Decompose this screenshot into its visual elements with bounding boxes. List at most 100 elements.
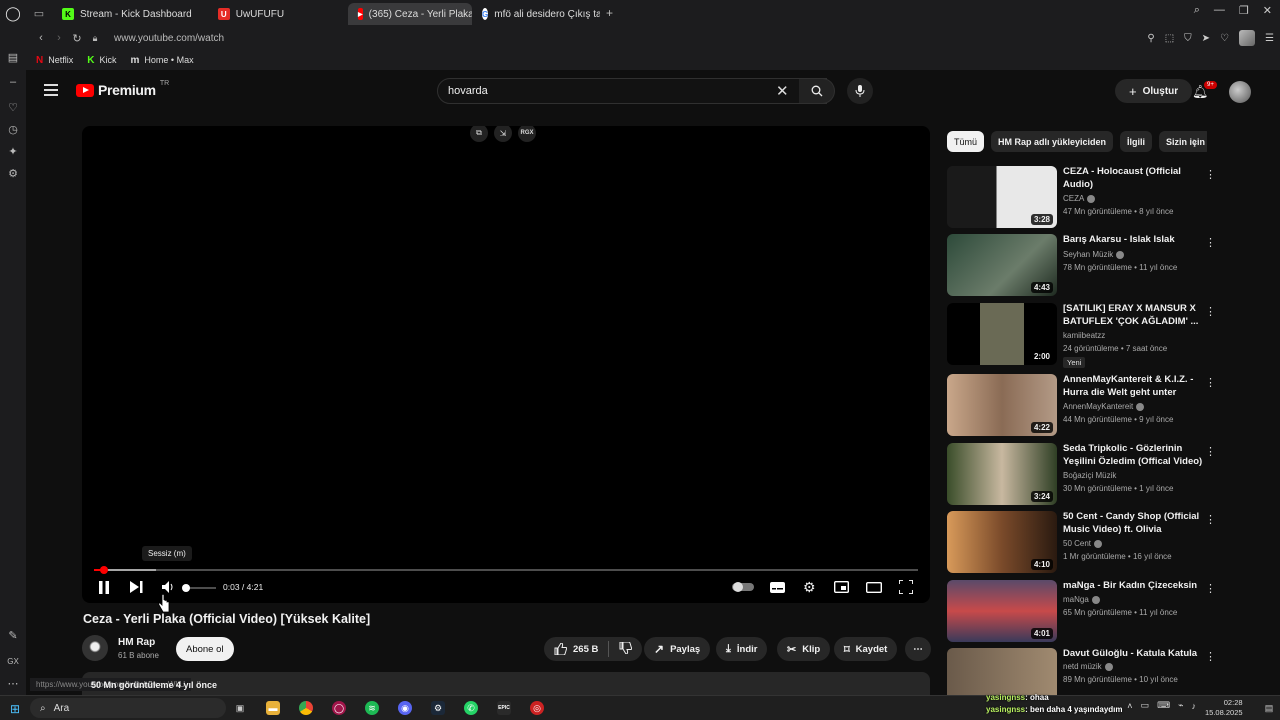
more-vertical-icon[interactable]: ⋮ [1205,582,1216,595]
rec-channel[interactable]: maNga [1063,595,1100,604]
share-button[interactable]: ↗ Paylaş [644,637,711,661]
video-thumbnail[interactable]: 4:43 [947,234,1057,296]
workspaces-icon[interactable]: ▤ [7,52,19,64]
forward-icon[interactable]: › [50,32,68,44]
progress-bar[interactable] [94,566,918,574]
extensions-icon[interactable]: ✦ [7,146,19,158]
more-vertical-icon[interactable]: ⋮ [1205,513,1216,526]
video-thumbnail[interactable]: 2:00 [947,303,1057,365]
rec-title[interactable]: Davut Güloğlu - Katula Katula [1063,648,1203,661]
autoplay-toggle[interactable] [732,578,754,596]
bookmarks-heart-icon[interactable]: ♡ [7,102,19,114]
tab-google-search[interactable]: G mfö ali desidero Çıkış tarih [472,3,600,25]
search-button[interactable] [799,78,835,104]
tab-kick-dashboard[interactable]: K Stream - Kick Dashboard [52,3,202,25]
network-icon[interactable]: ⌁ [1178,700,1183,711]
channel-name[interactable]: HM Rap [118,637,155,648]
rec-title[interactable]: AnnenMayKantereit & K.I.Z. - Hurra die W… [1063,374,1203,399]
pause-button[interactable] [98,578,110,596]
rec-channel[interactable]: Seyhan Müzik [1063,250,1125,259]
rec-channel[interactable]: 50 Cent [1063,539,1103,548]
reload-icon[interactable]: ↻ [68,32,86,45]
volume-knob[interactable] [182,584,190,592]
rgx-button[interactable]: RGX [518,126,536,142]
settings-icon[interactable]: ⚙ [7,168,19,180]
rec-title[interactable]: CEZA - Holocaust (Official Audio) [1063,166,1203,191]
more-vertical-icon[interactable]: ⋮ [1205,168,1216,181]
chevron-up-icon[interactable]: ˄ [1127,701,1132,711]
list-item[interactable]: 3:24 Seda Tripkolic - Gözlerinin Yeşilin… [947,443,1222,507]
list-item[interactable]: 2:00 [SATILIK] ERAY X MANSUR X BATUFLEX … [947,303,1222,368]
tools-icon[interactable]: ✎ [7,630,19,642]
dislike-button[interactable] [615,641,642,657]
search-input[interactable]: hovarda [437,78,827,104]
video-player[interactable]: ⧉ ⇲ RGX Sessiz (m) 0:03 / 4:21 ⚙ [82,126,930,603]
rec-channel[interactable]: CEZA [1063,194,1096,203]
chip-related[interactable]: İlgili [1120,131,1153,152]
menu-icon[interactable]: ☰ [1265,33,1274,44]
tab-youtube[interactable]: ▶ (365) Ceza - Yerli Plaka ( [348,3,473,25]
url-input[interactable]: www.youtube.com/watch [114,33,224,44]
youtube-logo[interactable]: Premium TR [76,80,169,98]
like-button[interactable]: 265 B [554,641,610,657]
chevron-right-icon[interactable]: › [1193,136,1197,148]
rec-title[interactable]: maNga - Bir Kadın Çizeceksin [1063,580,1203,593]
more-vertical-icon[interactable]: ⋮ [1205,305,1216,318]
heart-icon[interactable]: ♡ [1220,33,1229,44]
more-actions-button[interactable]: ⋯ [905,637,931,661]
bookmark-max[interactable]: m Home • Max [131,55,194,66]
rec-channel[interactable]: kamiibeatzz [1063,331,1105,340]
next-button[interactable] [130,578,143,596]
rec-title[interactable]: Seda Tripkolic - Gözlerinin Yeşilini Özl… [1063,443,1203,468]
list-item[interactable]: 3:28 CEZA - Holocaust (Official Audio) C… [947,166,1222,230]
search-tabs-icon[interactable]: ⌕ [1194,4,1200,17]
subtitles-button[interactable] [770,578,785,596]
epic-games-icon[interactable]: EPIC [497,701,511,715]
whatsapp-icon[interactable]: ✆ [464,701,478,715]
profile-avatar[interactable] [1239,30,1256,46]
rec-title[interactable]: 50 Cent - Candy Shop (Official Music Vid… [1063,511,1203,536]
bookmark-netflix[interactable]: N Netflix [36,55,73,66]
miniplayer-button[interactable] [834,578,849,596]
more-vertical-icon[interactable]: ⋮ [1205,236,1216,249]
guide-menu-icon[interactable] [44,84,58,99]
video-thumbnail[interactable]: 3:28 [947,166,1057,228]
gx-icon[interactable]: GX [7,656,19,668]
history-icon[interactable]: ◷ [7,124,19,136]
tab-islands-icon[interactable]: ▭ [26,0,52,26]
opera-gx-icon[interactable]: ◯ [332,701,346,715]
task-view-icon[interactable]: ▣ [233,701,247,715]
clear-search-icon[interactable]: ✕ [776,82,789,100]
pop-out-icon[interactable]: ⇲ [494,126,512,142]
more-vertical-icon[interactable]: ⋮ [1205,650,1216,663]
volume-slider[interactable] [182,584,216,592]
back-icon[interactable]: ‹ [32,32,50,44]
list-item[interactable]: 4:10 50 Cent - Candy Shop (Official Musi… [947,511,1222,575]
scrubber-handle[interactable] [99,566,108,574]
send-icon[interactable]: ➤ [1202,33,1210,44]
windows-start-icon[interactable]: ⊞ [10,702,20,716]
account-avatar[interactable] [1229,81,1251,103]
picture-in-picture-icon[interactable]: ⧉ [470,126,488,142]
settings-button[interactable]: ⚙ [803,578,816,596]
video-thumbnail[interactable]: 4:01 [947,580,1057,642]
download-button[interactable]: ⤓ İndir [716,637,768,661]
rec-title[interactable]: [SATILIK] ERAY X MANSUR X BATUFLEX 'ÇOK … [1063,303,1203,328]
chip-from-uploader[interactable]: HM Rap adlı yükleyiciden [991,131,1114,152]
voice-search-button[interactable] [847,78,873,104]
chrome-icon[interactable] [299,701,313,715]
list-item[interactable]: Davut Güloğlu - Katula Katula netd müzik… [947,648,1222,695]
snapshot-icon[interactable]: ⬚ [1165,33,1174,44]
channel-avatar[interactable] [82,635,108,661]
notification-center-icon[interactable]: ▤ [1262,701,1276,715]
new-tab-button[interactable]: + [606,6,613,20]
theater-mode-button[interactable] [866,578,882,596]
rec-channel[interactable]: AnnenMayKantereit [1063,402,1145,411]
more-vertical-icon[interactable]: ⋮ [1205,376,1216,389]
discord-icon[interactable]: ◉ [398,701,412,715]
restore-icon[interactable]: ❐ [1239,4,1249,17]
pin-icon[interactable]: ⚲ [1147,33,1154,44]
save-button[interactable]: ⌑ Kaydet [834,637,898,661]
file-explorer-icon[interactable]: ▬ [266,701,280,715]
fullscreen-button[interactable] [899,578,913,596]
